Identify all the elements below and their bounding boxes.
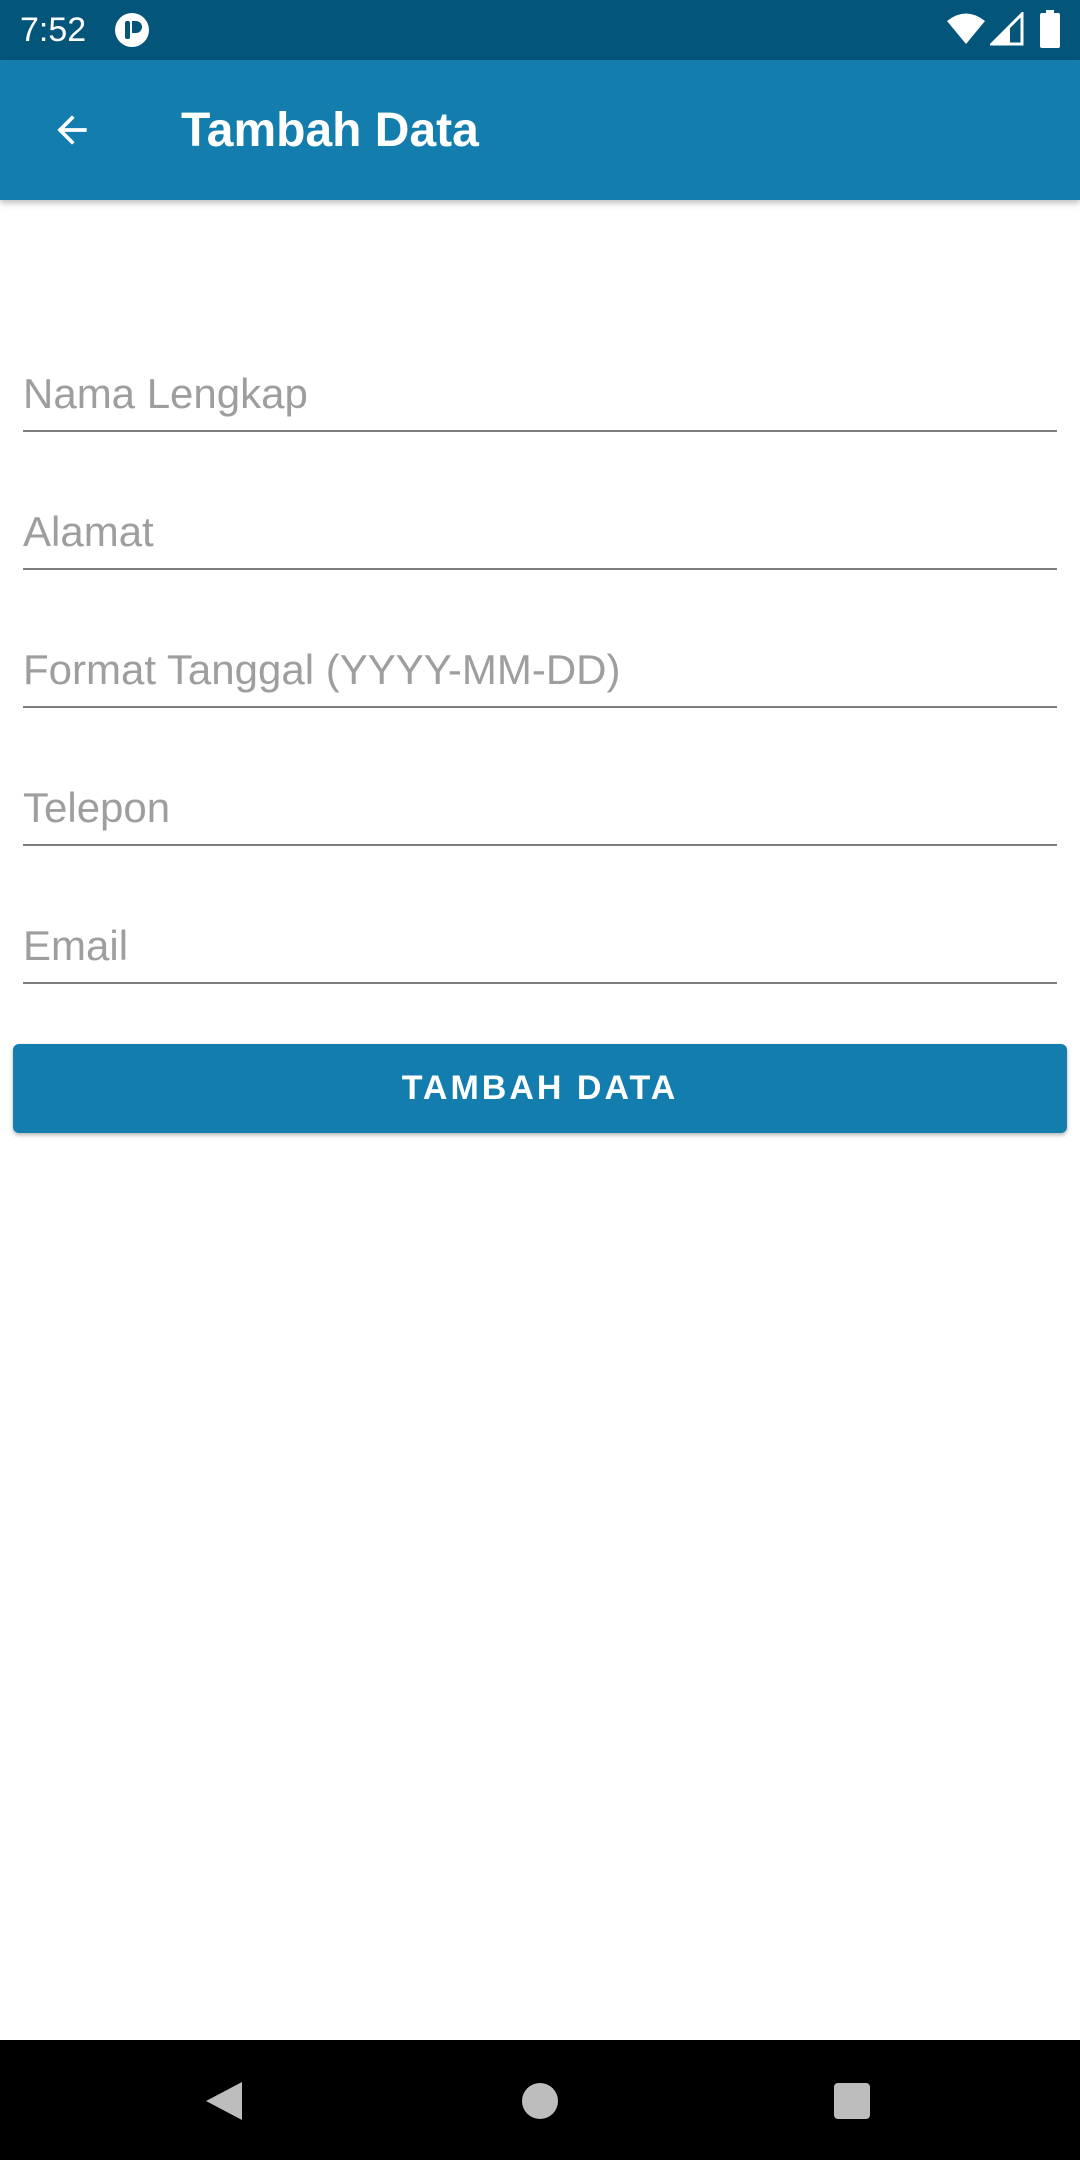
page-title: Tambah Data <box>181 104 479 157</box>
app-notification-icon <box>115 13 149 47</box>
navigation-bar <box>0 2040 1080 2160</box>
email-input[interactable] <box>23 918 1057 974</box>
alamat-input[interactable] <box>23 504 1057 560</box>
nama-lengkap-input[interactable] <box>23 366 1057 422</box>
nav-back-icon[interactable] <box>204 2080 244 2122</box>
battery-icon <box>1040 10 1060 48</box>
nav-recents-icon[interactable] <box>834 2083 870 2119</box>
tambah-data-button[interactable]: TAMBAH DATA <box>13 1044 1067 1133</box>
email-field <box>23 904 1057 984</box>
wifi-icon <box>947 13 985 44</box>
status-time: 7:52 <box>20 11 87 49</box>
tanggal-input[interactable] <box>23 642 1057 698</box>
status-bar: 7:52 <box>0 0 1080 60</box>
telepon-field <box>23 766 1057 846</box>
nama-lengkap-field <box>23 352 1057 432</box>
back-button[interactable] <box>28 86 116 174</box>
cell-signal-icon <box>990 12 1024 46</box>
screen: 7:52 Tambah Data Nama Lengkap Alamat For… <box>0 0 1080 2160</box>
nav-home-icon[interactable] <box>522 2083 558 2119</box>
telepon-input[interactable] <box>23 780 1057 836</box>
app-bar: Tambah Data <box>0 60 1080 200</box>
arrow-left-icon <box>57 115 87 145</box>
alamat-field <box>23 490 1057 570</box>
tanggal-field <box>23 628 1057 708</box>
